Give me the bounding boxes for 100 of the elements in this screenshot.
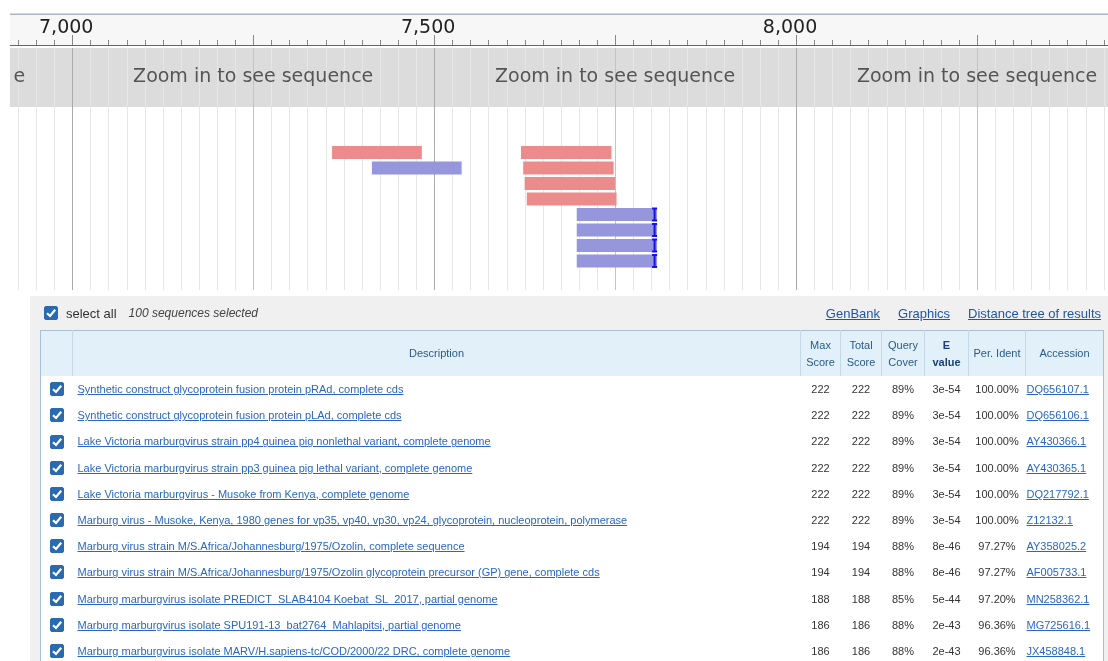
alignment-hit[interactable] (576, 207, 659, 222)
accession-link[interactable]: DQ656107.1 (1026, 383, 1089, 396)
accession-link[interactable]: DQ217792.1 (1026, 487, 1089, 500)
table-cell: 96.36% (968, 611, 1026, 638)
table-cell: 222 (840, 480, 882, 507)
table-cell: 89% (881, 376, 925, 403)
checkbox[interactable] (49, 460, 64, 475)
table-cell: 222 (840, 428, 882, 455)
table-cell: 194 (800, 533, 841, 560)
description-link[interactable]: Marburg marburgvirus isolate MARV/H.sapiens-tc/COD/2000/22 DRC, complete genome (77, 644, 511, 657)
table-cell: 89% (881, 506, 925, 534)
table-cell: 97.27% (968, 533, 1026, 560)
description-link[interactable]: Marburg virus strain M/S.Africa/Johannesburg/1975/Ozolin glycoprotein precursor (GP) gene, complete cds (77, 566, 600, 579)
description-link[interactable]: Marburg virus strain M/S.Africa/Johannesburg/1975/Ozolin, complete sequence (77, 540, 465, 553)
ruler-label: 8,000 (762, 15, 818, 37)
description-link[interactable]: Marburg marburgvirus isolate SPU191-13_bat2764_Mahlapitsi, partial genome (77, 618, 461, 631)
download-link[interactable]: Graphics (898, 305, 951, 321)
table-cell: 222 (840, 376, 882, 403)
description-link[interactable]: Lake Victoria marburgvirus strain pp4 guinea pig nonlethal variant, complete genome (77, 435, 491, 448)
table-cell: 100.00% (968, 428, 1026, 455)
description-link[interactable]: Synthetic construct glycoprotein fusion protein pRAd, complete cds (77, 383, 404, 396)
ruler-label: 7,500 (400, 15, 456, 37)
table-cell: 2e-43 (924, 637, 969, 661)
table-cell: 222 (840, 454, 882, 481)
table-cell: 8e-46 (924, 533, 969, 560)
table-cell: 89% (881, 480, 925, 507)
ruler-label: 7,000 (39, 15, 94, 37)
table-cell: 2e-43 (924, 611, 969, 638)
table-cell: 89% (881, 454, 925, 481)
checkbox[interactable] (49, 591, 64, 606)
column-header[interactable]: Total Score (840, 330, 882, 376)
column-header[interactable]: Max Score (800, 330, 841, 376)
table-cell: 97.20% (968, 585, 1026, 612)
alignment-hit[interactable] (576, 238, 659, 253)
checkbox[interactable] (49, 513, 64, 528)
table-cell: 100.00% (968, 506, 1026, 534)
accession-link[interactable]: AF005733.1 (1026, 566, 1087, 579)
table-cell: 188 (800, 585, 841, 612)
description-link[interactable]: Marburg marburgvirus isolate PREDICT_SLAB4104 Koebat_SL_2017, partial genome (77, 592, 498, 605)
table-cell: 222 (800, 376, 841, 403)
table-cell: 222 (800, 428, 841, 455)
column-header[interactable]: Per. Ident (968, 330, 1026, 376)
alignment-hit[interactable] (576, 253, 659, 269)
table-cell: 186 (800, 611, 841, 638)
description-link[interactable]: Marburg virus - Musoke, Kenya, 1980 genes for vp35, vp40, vp30, vp24, glycoprotein, nucleoprotein, polymerase (77, 514, 628, 527)
column-header[interactable]: Query Cover (881, 330, 925, 376)
column-header[interactable]: E value (924, 330, 969, 376)
checkbox[interactable] (49, 539, 64, 554)
accession-link[interactable]: JX458848.1 (1026, 644, 1086, 657)
table-cell: 8e-46 (924, 559, 969, 586)
checkbox[interactable] (49, 408, 64, 423)
table-cell: 89% (881, 402, 925, 429)
checkbox[interactable] (49, 382, 64, 397)
table-cell: 3e-54 (924, 454, 969, 481)
checkbox[interactable] (49, 644, 64, 658)
table-cell: 194 (800, 559, 841, 586)
table-cell: 88% (881, 533, 925, 560)
accession-link[interactable]: AY430366.1 (1026, 435, 1087, 448)
table-cell: 186 (800, 637, 841, 661)
table-cell: 186 (840, 637, 882, 661)
checkbox[interactable] (49, 486, 64, 501)
download-link[interactable]: Distance tree of results (968, 305, 1101, 321)
checkbox[interactable] (49, 434, 64, 449)
checkbox[interactable] (49, 617, 64, 632)
table-cell: 5e-44 (924, 585, 969, 612)
table-cell: 100.00% (968, 480, 1026, 507)
accession-link[interactable]: AY430365.1 (1026, 461, 1087, 474)
table-cell: 100.00% (968, 454, 1026, 481)
table-cell: 85% (881, 585, 925, 612)
table-cell: 188 (840, 585, 882, 612)
description-link[interactable]: Lake Victoria marburgvirus - Musoke from Kenya, complete genome (77, 487, 410, 500)
accession-link[interactable]: MN258362.1 (1026, 592, 1090, 605)
table-cell: 222 (800, 506, 841, 534)
table-cell: 3e-54 (924, 376, 969, 403)
accession-link[interactable]: Z12132.1 (1026, 514, 1073, 527)
band-label: Zoom in to see sequence (856, 64, 1098, 86)
select-all-label[interactable]: select all (66, 305, 117, 321)
description-link[interactable]: Synthetic construct glycoprotein fusion protein pLAd, complete cds (77, 409, 402, 422)
accession-link[interactable]: MG725616.1 (1026, 618, 1091, 631)
table-cell: 222 (800, 402, 841, 429)
column-header[interactable]: Description (72, 330, 801, 376)
table-cell: 88% (881, 611, 925, 638)
checkbox[interactable] (44, 306, 58, 320)
accession-link[interactable]: DQ656106.1 (1026, 409, 1089, 422)
table-cell: 222 (840, 402, 882, 429)
table-cell: 222 (800, 480, 841, 507)
table-cell: 194 (840, 559, 882, 586)
table-cell: 222 (840, 506, 882, 534)
table-cell: 88% (881, 637, 925, 661)
table-cell: 194 (840, 533, 882, 560)
description-link[interactable]: Lake Victoria marburgvirus strain pp3 guinea pig lethal variant, complete genome (77, 461, 473, 474)
table-cell: 3e-54 (924, 428, 969, 455)
table-cell: 89% (881, 428, 925, 455)
checkbox[interactable] (49, 565, 64, 580)
band-label: Zoom in to see sequence (495, 64, 736, 86)
accession-link[interactable]: AY358025.2 (1026, 540, 1087, 553)
table-cell: 186 (840, 611, 882, 638)
alignment-hit[interactable] (576, 222, 659, 238)
download-link[interactable]: GenBank (825, 305, 880, 321)
column-header[interactable]: Accession (1025, 330, 1104, 376)
